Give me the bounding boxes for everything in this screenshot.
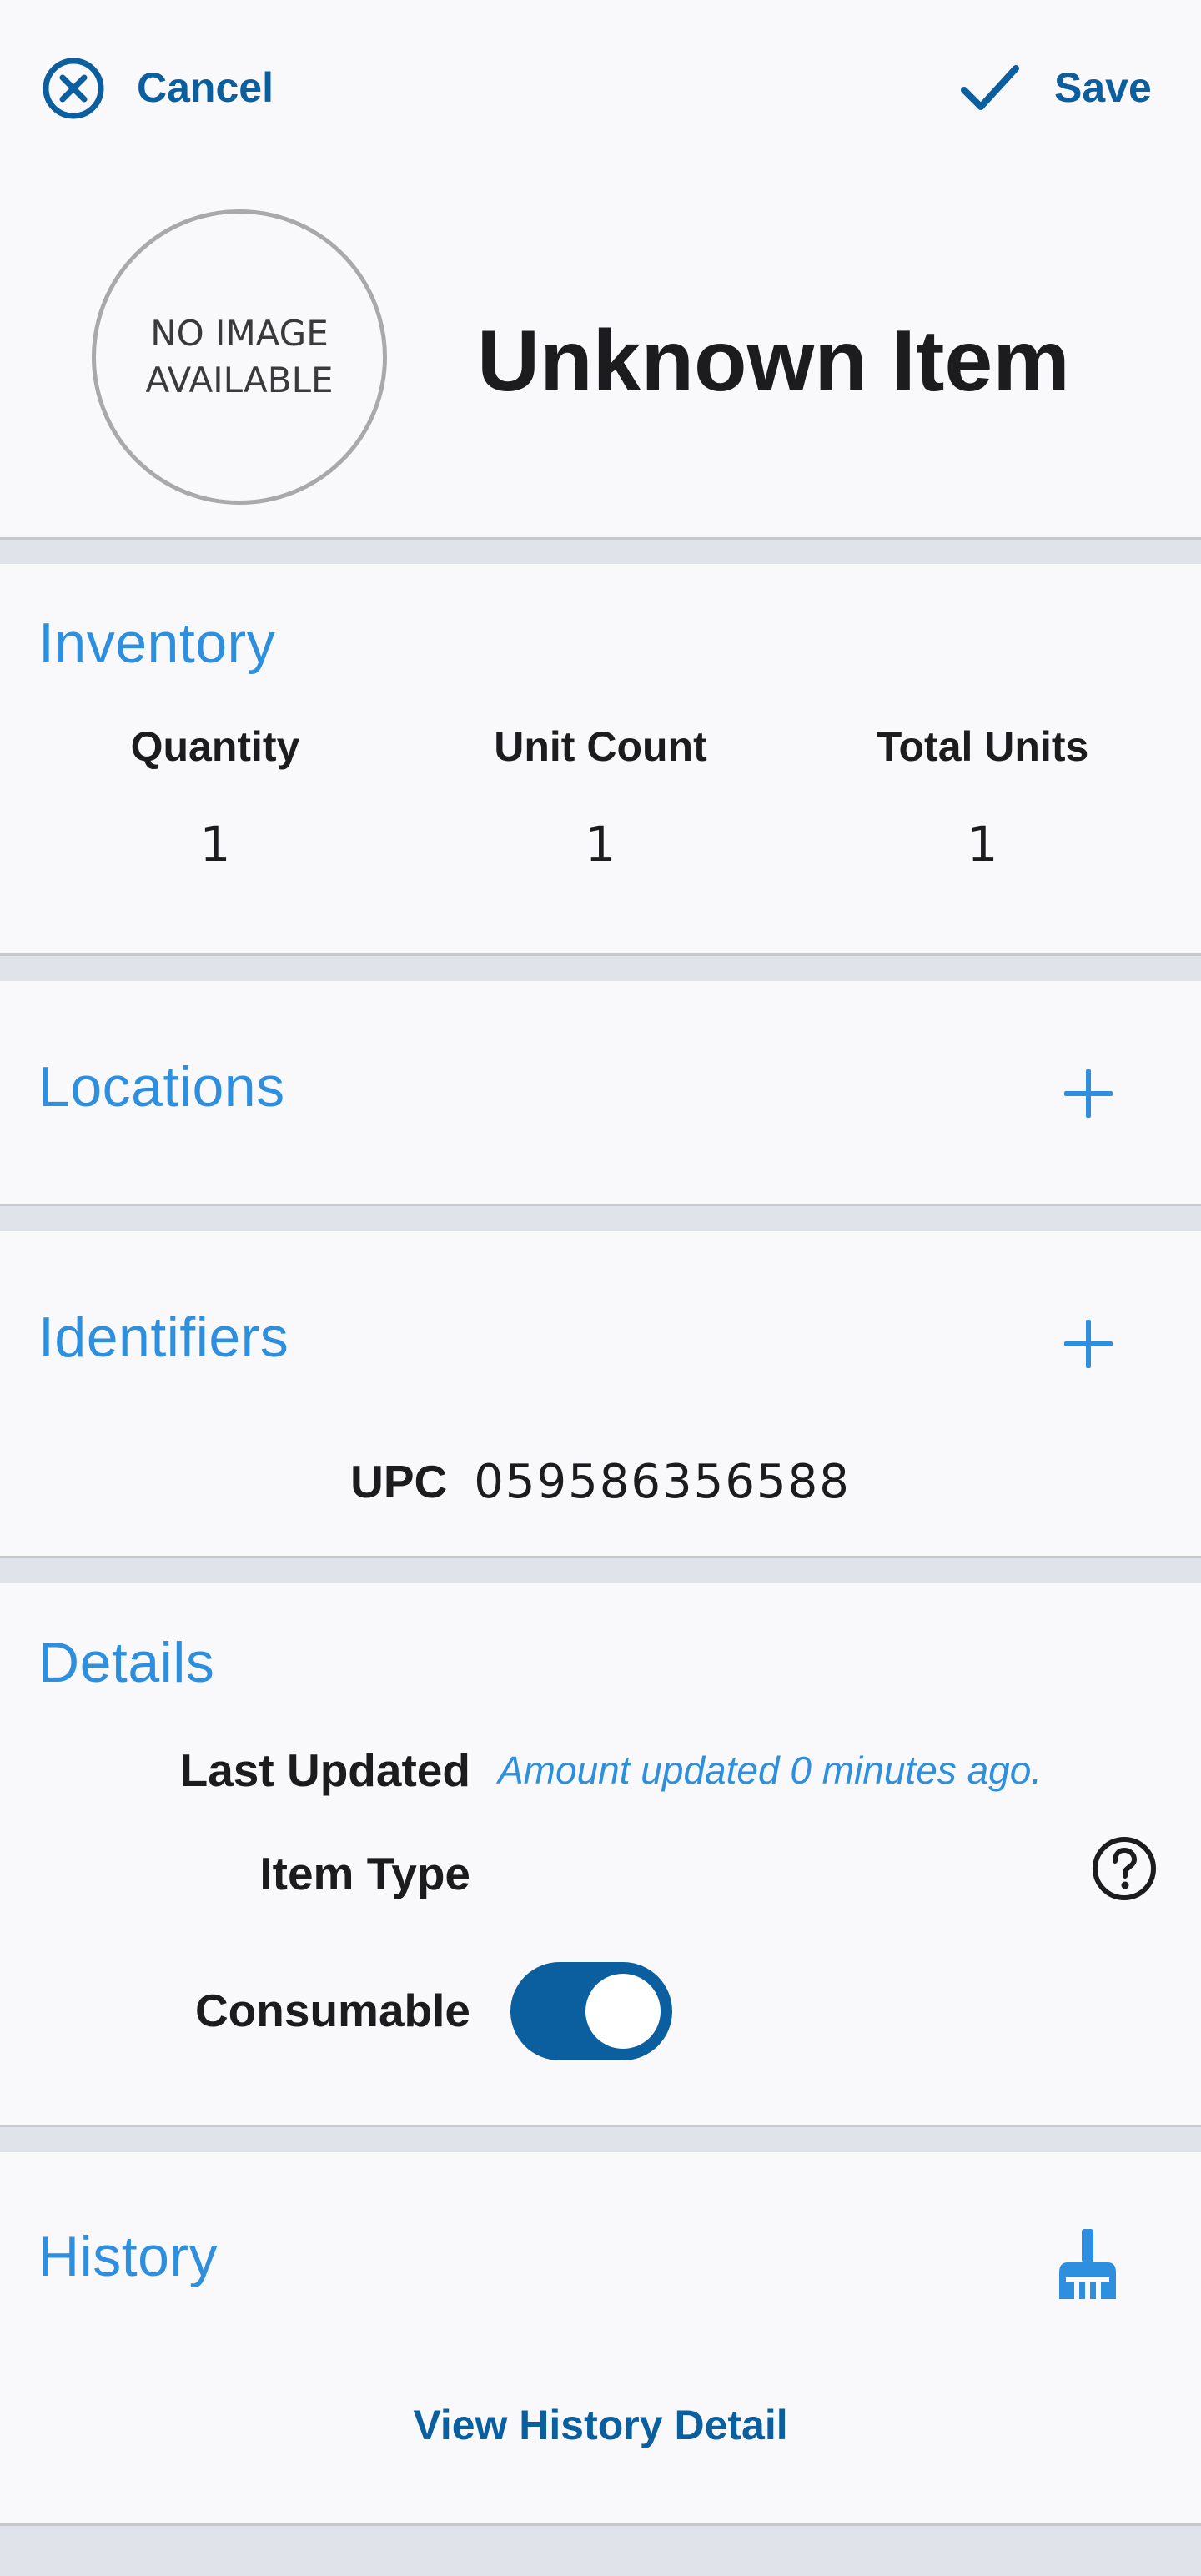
- header-card: Cancel Save NO IMAGE AVAILABLE Unknown I…: [0, 0, 1201, 540]
- quantity-label: Quantity: [130, 723, 300, 770]
- cancel-label: Cancel: [137, 64, 274, 111]
- identifier-type: UPC: [350, 1456, 448, 1507]
- toggle-knob: [585, 1974, 661, 2049]
- history-title: History: [38, 2225, 219, 2288]
- identifiers-card: Identifiers UPC 059586356588: [0, 1231, 1201, 1558]
- item-type-label: Item Type: [259, 1848, 470, 1899]
- unit-count-value: 1: [585, 816, 616, 873]
- consumable-label: Consumable: [194, 1985, 470, 2036]
- identifier-row[interactable]: UPC 059586356588: [0, 1455, 1201, 1509]
- unit-count-column[interactable]: Unit Count 1: [409, 722, 792, 873]
- identifier-value: 059586356588: [474, 1455, 851, 1509]
- last-updated-value: Amount updated 0 minutes ago.: [498, 1748, 1043, 1792]
- no-image-text: NO IMAGE AVAILABLE: [145, 313, 334, 400]
- identifiers-title: Identifiers: [38, 1306, 289, 1369]
- details-card: Details Last Updated Amount updated 0 mi…: [0, 1583, 1201, 2127]
- save-button[interactable]: Save: [959, 52, 1168, 125]
- total-units-column: Total Units 1: [791, 722, 1174, 873]
- quantity-value: 1: [199, 816, 231, 873]
- broom-icon[interactable]: [1056, 2227, 1119, 2301]
- locations-title: Locations: [38, 1055, 285, 1119]
- help-circle-icon[interactable]: [1091, 1835, 1158, 1902]
- quantity-column[interactable]: Quantity 1: [23, 722, 407, 873]
- history-card: History View History Detail: [0, 2152, 1201, 2526]
- unit-count-label: Unit Count: [494, 723, 707, 770]
- item-title: Unknown Item: [477, 313, 1070, 410]
- item-image-placeholder[interactable]: NO IMAGE AVAILABLE: [92, 209, 387, 505]
- consumable-toggle[interactable]: [510, 1962, 672, 2060]
- check-icon: [961, 65, 1019, 110]
- details-title: Details: [38, 1631, 215, 1694]
- cancel-button[interactable]: Cancel: [38, 52, 289, 125]
- inventory-title: Inventory: [38, 611, 276, 675]
- total-units-value: 1: [967, 816, 998, 873]
- add-identifier-button[interactable]: [1064, 1320, 1113, 1368]
- last-updated-label: Last Updated: [179, 1744, 470, 1796]
- add-location-button[interactable]: [1064, 1069, 1113, 1118]
- inventory-card: Inventory Quantity 1 Unit Count 1 Total …: [0, 564, 1201, 956]
- total-units-label: Total Units: [876, 723, 1089, 770]
- locations-card: Locations: [0, 981, 1201, 1206]
- close-circle-icon: [43, 58, 104, 119]
- view-history-detail-link[interactable]: View History Detail: [0, 2401, 1201, 2449]
- save-label: Save: [1054, 64, 1152, 111]
